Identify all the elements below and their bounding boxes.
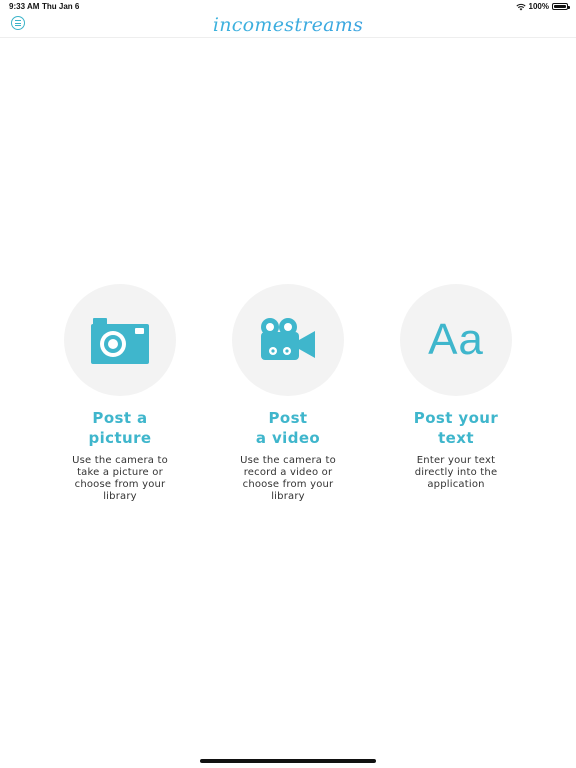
status-date: Thu Jan 6 xyxy=(42,2,80,11)
post-text-title-line1: Post your xyxy=(413,409,499,427)
post-video-desc-line1: Use the camera to xyxy=(240,455,336,466)
post-picture-desc-line4: library xyxy=(103,491,137,502)
post-text-desc-line3: application xyxy=(427,479,485,490)
post-text-desc-line2: directly into the xyxy=(414,467,498,478)
camera-icon xyxy=(91,318,149,364)
post-video-description: Use the camera to record a video or choo… xyxy=(223,455,353,503)
home-indicator[interactable] xyxy=(200,759,376,763)
wifi-icon xyxy=(515,3,526,10)
post-video-title-line2: a video xyxy=(255,429,321,447)
video-camera-icon xyxy=(261,318,315,360)
post-picture-title[interactable]: Post a picture xyxy=(55,408,185,448)
app-logo: incomestreams xyxy=(0,14,576,36)
post-options: Post a picture Use the camera to take a … xyxy=(0,284,576,514)
post-video-title[interactable]: Post a video xyxy=(223,408,353,448)
post-video-desc-line3: choose from your xyxy=(242,479,334,490)
post-text-title-line2: text xyxy=(438,429,474,447)
post-picture-title-line2: picture xyxy=(88,429,152,447)
post-text-title[interactable]: Post your text xyxy=(391,408,521,448)
post-video-option[interactable]: Post a video Use the camera to record a … xyxy=(223,284,353,503)
status-bar: 9:33 AM Thu Jan 6 100% xyxy=(0,0,576,14)
post-text-option[interactable]: Aa Post your text Enter your text direct… xyxy=(391,284,521,491)
post-text-desc-line1: Enter your text xyxy=(416,455,496,466)
battery-level xyxy=(554,5,566,8)
battery-percent: 100% xyxy=(528,2,549,11)
battery-icon xyxy=(552,3,570,10)
post-text-description: Enter your text directly into the applic… xyxy=(391,455,521,491)
post-picture-option[interactable]: Post a picture Use the camera to take a … xyxy=(55,284,185,503)
post-picture-desc-line2: take a picture or xyxy=(77,467,163,478)
post-video-title-line1: Post xyxy=(268,409,308,427)
post-text-icon-circle[interactable]: Aa xyxy=(400,284,512,396)
post-video-icon-circle[interactable] xyxy=(232,284,344,396)
post-picture-icon-circle[interactable] xyxy=(64,284,176,396)
post-picture-desc-line1: Use the camera to xyxy=(72,455,168,466)
status-time: 9:33 AM xyxy=(9,2,40,11)
post-video-desc-line2: record a video or xyxy=(243,467,333,478)
nav-bar: incomestreams xyxy=(0,14,576,38)
post-picture-desc-line3: choose from your xyxy=(74,479,166,490)
post-picture-description: Use the camera to take a picture or choo… xyxy=(55,455,185,503)
post-video-desc-line4: library xyxy=(271,491,305,502)
status-indicators: 100% xyxy=(515,2,570,11)
text-icon: Aa xyxy=(428,315,484,364)
post-picture-title-line1: Post a xyxy=(92,409,148,427)
